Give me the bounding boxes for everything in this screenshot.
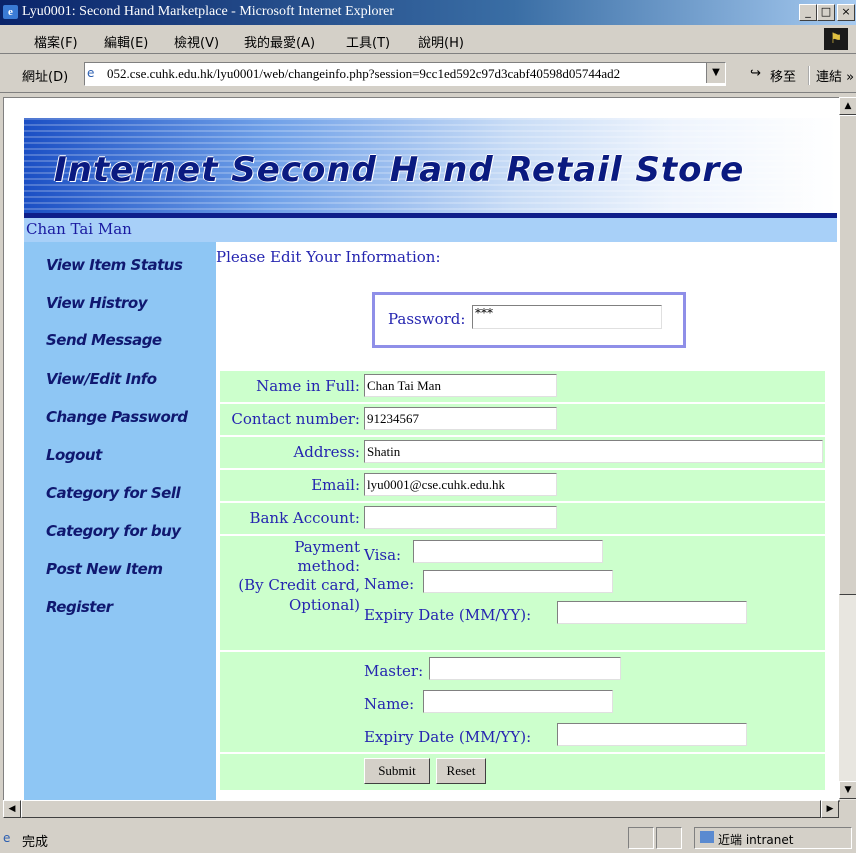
contact-row: Contact number: 91234567 — [220, 404, 825, 435]
vertical-scroll-thumb[interactable] — [839, 115, 856, 595]
reset-button[interactable]: Reset — [436, 758, 486, 784]
form-prompt: Please Edit Your Information: — [216, 248, 441, 266]
master-expiry-field[interactable] — [557, 723, 747, 746]
scroll-left-icon[interactable]: ◀ — [3, 800, 21, 818]
nav-register[interactable]: Register — [46, 598, 113, 616]
intranet-icon — [700, 831, 714, 843]
payment-label-line-1: Payment — [294, 538, 360, 556]
menu-bar: 檔案(F) 編輯(E) 檢視(V) 我的最愛(A) 工具(T) 說明(H) — [0, 25, 856, 54]
go-button[interactable]: 移至 — [770, 66, 796, 85]
scroll-down-icon[interactable]: ▼ — [839, 781, 856, 799]
nav-logout[interactable]: Logout — [46, 446, 102, 464]
nav-category-for-sell[interactable]: Category for Sell — [46, 484, 181, 502]
buttons-row: Submit Reset — [220, 754, 825, 790]
payment-master-row: Master: Name: Expiry Date (MM/YY): — [220, 652, 825, 752]
email-row: Email: lyu0001@cse.cuhk.edu.hk — [220, 470, 825, 501]
email-field[interactable]: lyu0001@cse.cuhk.edu.hk — [364, 473, 557, 496]
user-name: Chan Tai Man — [26, 220, 132, 238]
address-row: Address: Shatin — [220, 437, 825, 468]
submit-button[interactable]: Submit — [364, 758, 430, 784]
name-field[interactable]: Chan Tai Man — [364, 374, 557, 397]
zone-text: 近端 intranet — [718, 833, 794, 847]
windows-logo-icon: ⚑ — [824, 28, 848, 50]
visa-expiry-label: Expiry Date (MM/YY): — [364, 606, 532, 624]
bank-field[interactable] — [364, 506, 557, 529]
nav-view-item-status[interactable]: View Item Status — [46, 256, 183, 274]
nav-post-new-item[interactable]: Post New Item — [46, 560, 163, 578]
menu-favorites[interactable]: 我的最愛(A) — [244, 32, 315, 51]
visa-name-field[interactable] — [423, 570, 613, 593]
scroll-up-icon[interactable]: ▲ — [839, 97, 856, 115]
nav-send-message[interactable]: Send Message — [46, 331, 162, 349]
master-name-field[interactable] — [423, 690, 613, 713]
window-title: Lyu0001: Second Hand Marketplace - Micro… — [22, 4, 395, 19]
payment-label-line-4: Optional) — [288, 596, 360, 614]
nav-change-password[interactable]: Change Password — [46, 408, 188, 426]
page-icon: e — [87, 66, 95, 80]
nav-view-edit-info[interactable]: View/Edit Info — [46, 370, 157, 388]
status-cell-1 — [628, 827, 654, 849]
payment-label-line-3: (By Credit card, — [238, 576, 360, 594]
visa-label: Visa: — [364, 546, 402, 564]
menu-file[interactable]: 檔案(F) — [34, 32, 78, 51]
menu-tools[interactable]: 工具(T) — [346, 32, 390, 51]
bank-label: Bank Account: — [249, 509, 360, 527]
horizontal-scroll-thumb[interactable] — [21, 800, 821, 818]
visa-field[interactable] — [413, 540, 603, 563]
close-button[interactable]: × — [837, 4, 855, 21]
menu-view[interactable]: 檢視(V) — [174, 32, 219, 51]
maximize-button[interactable]: □ — [817, 4, 835, 21]
minimize-button[interactable]: _ — [799, 4, 817, 21]
email-label: Email: — [311, 476, 360, 494]
payment-label-line-2: method: — [297, 557, 360, 575]
page-viewport: Internet Second Hand Retail Store Chan T… — [3, 97, 840, 802]
links-button[interactable]: 連結 » — [808, 66, 854, 85]
contact-label: Contact number: — [231, 410, 360, 428]
name-row: Name in Full: Chan Tai Man — [220, 371, 825, 402]
scroll-right-icon[interactable]: ▶ — [821, 800, 839, 818]
address-url: 052.cse.cuhk.edu.hk/lyu0001/web/changein… — [107, 66, 621, 81]
status-text: 完成 — [22, 835, 49, 850]
user-bar: Chan Tai Man — [24, 218, 837, 242]
password-field[interactable]: *** — [472, 305, 662, 329]
address-label-field: Address: — [293, 443, 360, 461]
ie-app-icon: e — [3, 5, 18, 19]
address-dropdown-icon[interactable]: ▼ — [706, 63, 725, 83]
master-label: Master: — [364, 662, 424, 680]
password-label: Password: — [388, 310, 466, 328]
nav-view-history[interactable]: View Histroy — [46, 294, 148, 312]
page-done-icon: e — [3, 831, 11, 845]
nav-category-for-buy[interactable]: Category for buy — [46, 522, 181, 540]
contact-field[interactable]: 91234567 — [364, 407, 557, 430]
visa-name-label: Name: — [364, 575, 415, 593]
menu-edit[interactable]: 編輯(E) — [104, 32, 148, 51]
go-arrow-icon[interactable]: ↪ — [750, 66, 761, 81]
address-label: 網址(D) — [22, 70, 69, 85]
name-label: Name in Full: — [256, 377, 360, 395]
menu-help[interactable]: 說明(H) — [418, 32, 464, 51]
title-bar: e Lyu0001: Second Hand Marketplace - Mic… — [0, 0, 856, 25]
master-expiry-label: Expiry Date (MM/YY): — [364, 728, 532, 746]
address-field[interactable]: Shatin — [364, 440, 823, 463]
address-input[interactable]: e 052.cse.cuhk.edu.hk/lyu0001/web/change… — [84, 62, 726, 86]
sidebar: View Item Status View Histroy Send Messa… — [24, 242, 216, 801]
master-name-label: Name: — [364, 695, 415, 713]
site-banner: Internet Second Hand Retail Store — [24, 118, 837, 221]
visa-expiry-field[interactable] — [557, 601, 747, 624]
status-bar: e 完成 近端 intranet — [0, 822, 856, 853]
bank-row: Bank Account: — [220, 503, 825, 534]
site-title: Internet Second Hand Retail Store — [54, 150, 745, 190]
password-box: Password: *** — [372, 292, 686, 348]
horizontal-scrollbar[interactable]: ◀ ▶ — [3, 800, 839, 818]
status-cell-2 — [656, 827, 682, 849]
vertical-scrollbar[interactable]: ▲ ▼ — [839, 97, 856, 800]
payment-visa-row: Payment method: (By Credit card, Optiona… — [220, 536, 825, 650]
master-field[interactable] — [429, 657, 621, 680]
address-bar: 網址(D) e 052.cse.cuhk.edu.hk/lyu0001/web/… — [0, 54, 856, 93]
